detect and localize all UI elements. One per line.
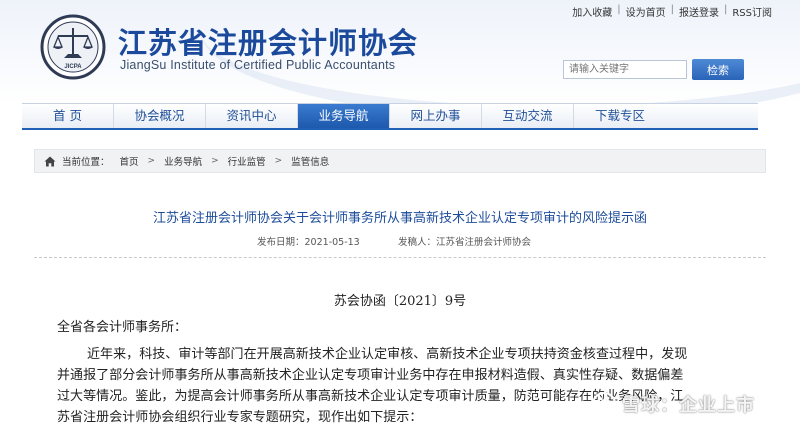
site-subtitle: JiangSu Institute of Certified Public Ac… xyxy=(120,58,396,72)
publisher: 发稿人：江苏省注册会计师协会 xyxy=(398,234,531,248)
chevron-right-icon: > xyxy=(147,156,156,166)
search-input[interactable] xyxy=(563,60,687,79)
add-favorite-link[interactable]: 加入收藏 xyxy=(572,4,612,19)
top-links: 加入收藏 | 设为首页 | 报送登录 | RSS订阅 xyxy=(572,4,772,19)
nav-business-guide[interactable]: 业务导航 xyxy=(298,104,390,128)
body-line: 并通报了部分会计师事务所从事高新技术企业认定专项审计业务中存在申报材料造假、真实… xyxy=(57,368,684,383)
home-icon xyxy=(44,156,56,166)
nav-news[interactable]: 资讯中心 xyxy=(206,104,298,128)
logo-text: JICPA xyxy=(64,64,82,70)
document-number: 苏会协函〔2021〕9号 xyxy=(333,294,467,309)
source-label: 发稿人： xyxy=(398,237,437,248)
watermark-text: 雪球：企业上市 xyxy=(622,395,755,416)
search-button[interactable]: 检索 xyxy=(692,59,744,80)
report-login-link[interactable]: 报送登录 xyxy=(679,4,719,19)
body-line: 近年来，科技、审计等部门在开展高新技术企业认定审核、高新技术企业专项扶持资金核查… xyxy=(87,347,688,362)
link-separator: | xyxy=(670,4,674,15)
set-homepage-link[interactable]: 设为首页 xyxy=(626,4,666,19)
breadcrumb-business-guide[interactable]: 业务导航 xyxy=(164,154,202,168)
watermark: 雪球：企业上市 xyxy=(590,390,790,418)
breadcrumb: 当前位置： 首页 > 业务导航 > 行业监管 > 监管信息 xyxy=(34,149,766,173)
breadcrumb-home[interactable]: 首页 xyxy=(120,154,139,168)
chevron-right-icon: > xyxy=(211,156,219,166)
link-separator: | xyxy=(723,4,728,15)
chevron-right-icon: > xyxy=(274,156,283,166)
rss-link[interactable]: RSS订阅 xyxy=(732,4,772,19)
nav-home[interactable]: 首 页 xyxy=(22,104,114,128)
nav-downloads[interactable]: 下载专区 xyxy=(574,104,666,128)
main-nav: 首 页 协会概况 资讯中心 业务导航 网上办事 互动交流 下载专区 xyxy=(22,103,758,130)
nav-online-services[interactable]: 网上办事 xyxy=(390,104,482,128)
nav-about[interactable]: 协会概况 xyxy=(114,104,206,128)
salutation: 全省各会计师事务所： xyxy=(57,320,188,335)
date-value: 2021-05-13 xyxy=(304,237,360,248)
jicpa-logo-icon[interactable]: JICPA xyxy=(40,14,106,80)
source-value: 江苏省注册会计师协会 xyxy=(436,237,532,248)
site-header: 加入收藏 | 设为首页 | 报送登录 | RSS订阅 JICPA 江苏省注册会计… xyxy=(0,0,800,103)
breadcrumb-supervision-info[interactable]: 监管信息 xyxy=(291,154,329,168)
snowball-logo-icon xyxy=(591,391,617,417)
body-line: 苏省注册会计师协会组织行业专家专题研究，现作出如下提示： xyxy=(57,410,423,425)
divider xyxy=(34,257,766,258)
article-title: 江苏省注册会计师协会关于会计师事务所从事高新技术企业认定专项审计的风险提示函 xyxy=(152,211,647,226)
breadcrumb-prefix: 当前位置： xyxy=(62,157,110,168)
nav-interaction[interactable]: 互动交流 xyxy=(482,104,574,128)
breadcrumb-industry-supervision[interactable]: 行业监管 xyxy=(228,154,266,168)
publish-date: 发布日期：2021-05-13 xyxy=(257,234,360,248)
date-label: 发布日期： xyxy=(257,237,305,248)
site-title: 江苏省注册会计师协会 xyxy=(118,26,419,60)
link-separator: | xyxy=(617,4,621,15)
